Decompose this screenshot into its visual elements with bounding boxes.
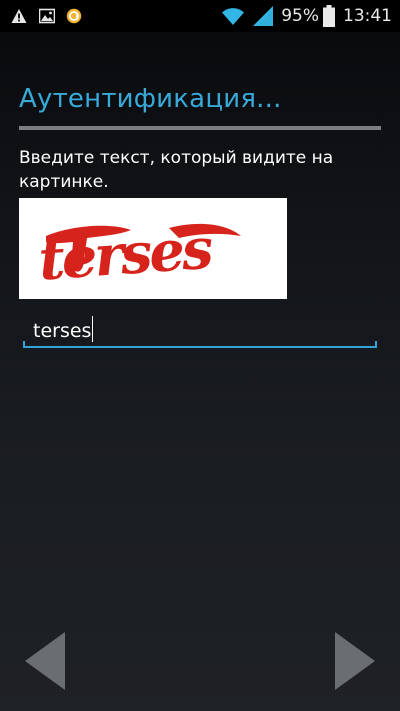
back-button[interactable] bbox=[23, 632, 67, 690]
clock: 13:41 bbox=[343, 6, 392, 26]
battery-icon bbox=[323, 5, 335, 27]
captcha-glyphs: terses bbox=[37, 216, 215, 294]
input-tick-right bbox=[375, 341, 377, 348]
next-button[interactable] bbox=[333, 632, 377, 690]
back-arrow-icon bbox=[25, 632, 65, 690]
title-divider bbox=[19, 126, 381, 130]
instruction-text: Введите текст, который видите на картинк… bbox=[19, 148, 334, 192]
wifi-icon bbox=[221, 6, 245, 26]
image-icon bbox=[38, 8, 56, 24]
app-notification-icon bbox=[66, 8, 82, 24]
warning-icon bbox=[11, 8, 27, 24]
battery-percent: 95% bbox=[281, 6, 319, 26]
captcha-image: terses bbox=[19, 198, 287, 299]
captcha-input[interactable]: terses bbox=[23, 312, 377, 348]
signal-icon bbox=[253, 6, 275, 26]
text-cursor bbox=[92, 316, 94, 342]
forward-arrow-icon bbox=[335, 632, 375, 690]
input-underline bbox=[23, 346, 377, 348]
captcha-input-value: terses bbox=[33, 320, 92, 342]
screen: 95% 13:41 Аутентификация... Введите текс… bbox=[0, 0, 400, 711]
status-right-group: 95% 13:41 bbox=[221, 4, 392, 28]
status-bar: 95% 13:41 bbox=[0, 0, 400, 32]
input-tick-left bbox=[23, 341, 25, 348]
page-title: Аутентификация... bbox=[19, 84, 282, 114]
